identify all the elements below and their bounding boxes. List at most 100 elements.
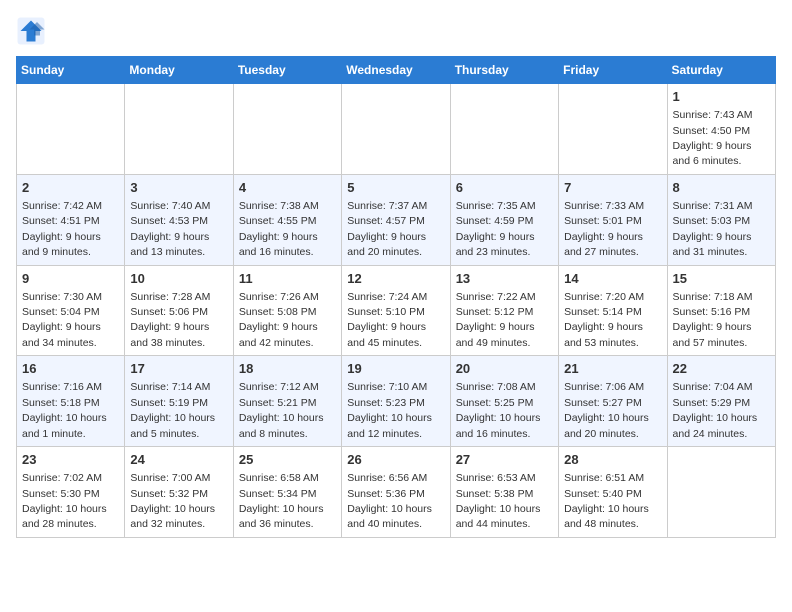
day-number: 10: [130, 270, 227, 288]
calendar-cell: 14 Sunrise: 7:20 AM Sunset: 5:14 PM Dayli…: [559, 265, 667, 356]
day-info: Sunrise: 7:00 AM Sunset: 5:32 PM Dayligh…: [130, 472, 218, 530]
calendar-week-row: 23 Sunrise: 7:02 AM Sunset: 5:30 PM Dayli…: [17, 447, 776, 538]
day-info: Sunrise: 7:30 AM Sunset: 5:04 PM Dayligh…: [22, 291, 104, 349]
calendar-cell: 21 Sunrise: 7:06 AM Sunset: 5:27 PM Dayli…: [559, 356, 667, 447]
day-info: Sunrise: 7:08 AM Sunset: 5:25 PM Dayligh…: [456, 381, 544, 439]
calendar-cell: 12 Sunrise: 7:24 AM Sunset: 5:10 PM Dayli…: [342, 265, 450, 356]
day-number: 16: [22, 360, 119, 378]
day-number: 12: [347, 270, 444, 288]
page-header: [16, 16, 776, 46]
calendar-body: 1 Sunrise: 7:43 AM Sunset: 4:50 PM Daylig…: [17, 84, 776, 538]
day-info: Sunrise: 7:31 AM Sunset: 5:03 PM Dayligh…: [673, 200, 755, 258]
logo: [16, 16, 50, 46]
day-info: Sunrise: 7:38 AM Sunset: 4:55 PM Dayligh…: [239, 200, 321, 258]
day-info: Sunrise: 6:58 AM Sunset: 5:34 PM Dayligh…: [239, 472, 327, 530]
calendar-week-row: 9 Sunrise: 7:30 AM Sunset: 5:04 PM Daylig…: [17, 265, 776, 356]
day-info: Sunrise: 7:22 AM Sunset: 5:12 PM Dayligh…: [456, 291, 538, 349]
calendar-week-row: 16 Sunrise: 7:16 AM Sunset: 5:18 PM Dayli…: [17, 356, 776, 447]
day-info: Sunrise: 7:28 AM Sunset: 5:06 PM Dayligh…: [130, 291, 212, 349]
calendar-cell: 6 Sunrise: 7:35 AM Sunset: 4:59 PM Daylig…: [450, 174, 558, 265]
calendar-cell: 17 Sunrise: 7:14 AM Sunset: 5:19 PM Dayli…: [125, 356, 233, 447]
calendar-cell: 11 Sunrise: 7:26 AM Sunset: 5:08 PM Dayli…: [233, 265, 341, 356]
weekday-header-saturday: Saturday: [667, 57, 775, 84]
calendar-cell: [667, 447, 775, 538]
day-number: 5: [347, 179, 444, 197]
day-number: 6: [456, 179, 553, 197]
day-number: 14: [564, 270, 661, 288]
day-number: 24: [130, 451, 227, 469]
calendar-cell: 22 Sunrise: 7:04 AM Sunset: 5:29 PM Dayli…: [667, 356, 775, 447]
day-info: Sunrise: 7:42 AM Sunset: 4:51 PM Dayligh…: [22, 200, 104, 258]
day-info: Sunrise: 7:10 AM Sunset: 5:23 PM Dayligh…: [347, 381, 435, 439]
day-info: Sunrise: 7:14 AM Sunset: 5:19 PM Dayligh…: [130, 381, 218, 439]
calendar-cell: 19 Sunrise: 7:10 AM Sunset: 5:23 PM Dayli…: [342, 356, 450, 447]
calendar-cell: 26 Sunrise: 6:56 AM Sunset: 5:36 PM Dayli…: [342, 447, 450, 538]
day-number: 15: [673, 270, 770, 288]
day-number: 1: [673, 88, 770, 106]
day-info: Sunrise: 7:24 AM Sunset: 5:10 PM Dayligh…: [347, 291, 429, 349]
day-number: 2: [22, 179, 119, 197]
calendar-cell: 24 Sunrise: 7:00 AM Sunset: 5:32 PM Dayli…: [125, 447, 233, 538]
day-number: 13: [456, 270, 553, 288]
calendar-week-row: 1 Sunrise: 7:43 AM Sunset: 4:50 PM Daylig…: [17, 84, 776, 175]
calendar-cell: 20 Sunrise: 7:08 AM Sunset: 5:25 PM Dayli…: [450, 356, 558, 447]
calendar-cell: 2 Sunrise: 7:42 AM Sunset: 4:51 PM Daylig…: [17, 174, 125, 265]
day-number: 25: [239, 451, 336, 469]
day-number: 19: [347, 360, 444, 378]
calendar-cell: [17, 84, 125, 175]
calendar-cell: 18 Sunrise: 7:12 AM Sunset: 5:21 PM Dayli…: [233, 356, 341, 447]
calendar-cell: [125, 84, 233, 175]
day-number: 20: [456, 360, 553, 378]
day-number: 18: [239, 360, 336, 378]
calendar-cell: 9 Sunrise: 7:30 AM Sunset: 5:04 PM Daylig…: [17, 265, 125, 356]
day-info: Sunrise: 7:02 AM Sunset: 5:30 PM Dayligh…: [22, 472, 110, 530]
weekday-header-monday: Monday: [125, 57, 233, 84]
weekday-header-wednesday: Wednesday: [342, 57, 450, 84]
day-info: Sunrise: 7:26 AM Sunset: 5:08 PM Dayligh…: [239, 291, 321, 349]
calendar-cell: 1 Sunrise: 7:43 AM Sunset: 4:50 PM Daylig…: [667, 84, 775, 175]
day-info: Sunrise: 7:20 AM Sunset: 5:14 PM Dayligh…: [564, 291, 646, 349]
day-info: Sunrise: 7:43 AM Sunset: 4:50 PM Dayligh…: [673, 109, 755, 167]
weekday-header-friday: Friday: [559, 57, 667, 84]
day-number: 4: [239, 179, 336, 197]
day-info: Sunrise: 6:53 AM Sunset: 5:38 PM Dayligh…: [456, 472, 544, 530]
day-number: 8: [673, 179, 770, 197]
calendar-cell: 5 Sunrise: 7:37 AM Sunset: 4:57 PM Daylig…: [342, 174, 450, 265]
day-info: Sunrise: 7:04 AM Sunset: 5:29 PM Dayligh…: [673, 381, 761, 439]
day-info: Sunrise: 7:06 AM Sunset: 5:27 PM Dayligh…: [564, 381, 652, 439]
day-number: 26: [347, 451, 444, 469]
day-info: Sunrise: 7:12 AM Sunset: 5:21 PM Dayligh…: [239, 381, 327, 439]
day-number: 11: [239, 270, 336, 288]
day-number: 9: [22, 270, 119, 288]
day-number: 27: [456, 451, 553, 469]
calendar-header-row: SundayMondayTuesdayWednesdayThursdayFrid…: [17, 57, 776, 84]
calendar-cell: 16 Sunrise: 7:16 AM Sunset: 5:18 PM Dayli…: [17, 356, 125, 447]
calendar-week-row: 2 Sunrise: 7:42 AM Sunset: 4:51 PM Daylig…: [17, 174, 776, 265]
day-info: Sunrise: 7:37 AM Sunset: 4:57 PM Dayligh…: [347, 200, 429, 258]
calendar-cell: 15Sunrise: 7:18 AM Sunset: 5:16 PM Dayli…: [667, 265, 775, 356]
day-info: Sunrise: 7:16 AM Sunset: 5:18 PM Dayligh…: [22, 381, 110, 439]
day-number: 3: [130, 179, 227, 197]
day-info: Sunrise: 6:51 AM Sunset: 5:40 PM Dayligh…: [564, 472, 652, 530]
weekday-header-sunday: Sunday: [17, 57, 125, 84]
day-number: 23: [22, 451, 119, 469]
calendar-cell: [342, 84, 450, 175]
calendar-cell: 13 Sunrise: 7:22 AM Sunset: 5:12 PM Dayli…: [450, 265, 558, 356]
calendar-cell: 28Sunrise: 6:51 AM Sunset: 5:40 PM Dayli…: [559, 447, 667, 538]
day-number: 22: [673, 360, 770, 378]
calendar-cell: 25 Sunrise: 6:58 AM Sunset: 5:34 PM Dayli…: [233, 447, 341, 538]
day-number: 21: [564, 360, 661, 378]
calendar-cell: 7Sunrise: 7:33 AM Sunset: 5:01 PM Daylig…: [559, 174, 667, 265]
day-info: Sunrise: 6:56 AM Sunset: 5:36 PM Dayligh…: [347, 472, 435, 530]
day-info: Sunrise: 7:33 AM Sunset: 5:01 PM Dayligh…: [564, 200, 646, 258]
day-info: Sunrise: 7:40 AM Sunset: 4:53 PM Dayligh…: [130, 200, 212, 258]
day-number: 17: [130, 360, 227, 378]
weekday-header-thursday: Thursday: [450, 57, 558, 84]
day-info: Sunrise: 7:35 AM Sunset: 4:59 PM Dayligh…: [456, 200, 538, 258]
logo-icon: [16, 16, 46, 46]
calendar-cell: 23 Sunrise: 7:02 AM Sunset: 5:30 PM Dayli…: [17, 447, 125, 538]
calendar-table: SundayMondayTuesdayWednesdayThursdayFrid…: [16, 56, 776, 538]
calendar-cell: [233, 84, 341, 175]
calendar-cell: 27 Sunrise: 6:53 AM Sunset: 5:38 PM Dayli…: [450, 447, 558, 538]
calendar-cell: 4 Sunrise: 7:38 AM Sunset: 4:55 PM Daylig…: [233, 174, 341, 265]
